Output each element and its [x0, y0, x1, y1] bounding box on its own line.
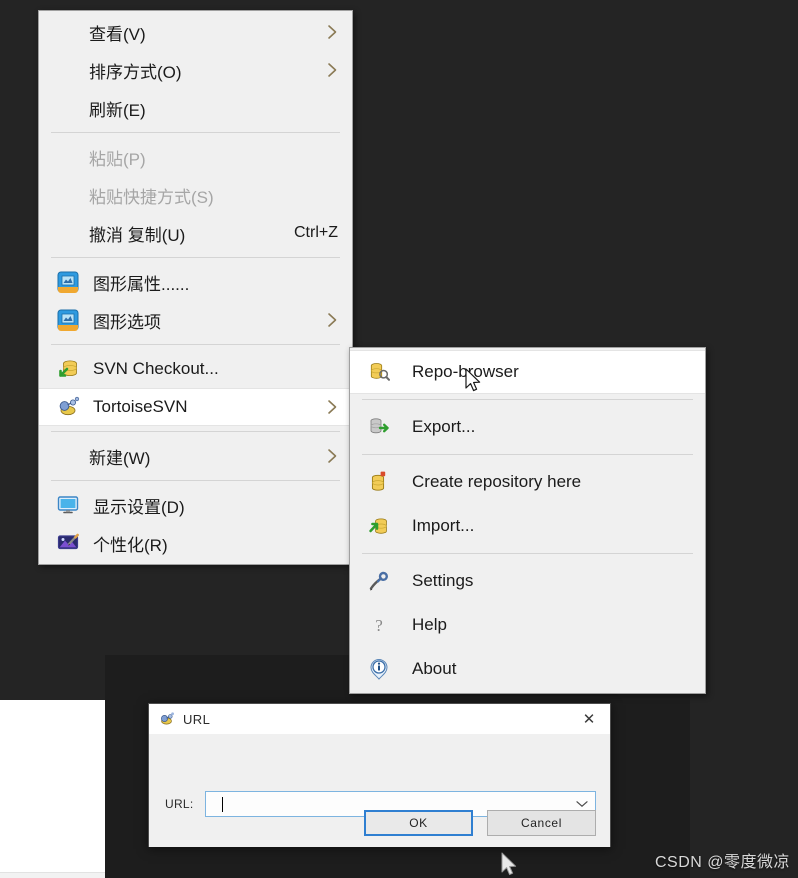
menu-item-label: Create repository here [412, 472, 582, 491]
menu-item-label: Help [412, 615, 447, 634]
cancel-button[interactable]: Cancel [487, 810, 596, 836]
submenu-item-create-repository-here[interactable]: Create repository here [350, 460, 705, 504]
close-icon[interactable]: ✕ [568, 704, 610, 734]
menu-item-label: SVN Checkout... [93, 359, 219, 378]
menu-separator [51, 132, 340, 133]
menu-item-label: 排序方式(O) [89, 62, 182, 82]
tortoisesvn-icon [158, 710, 176, 728]
submenu-item-settings[interactable]: Settings [350, 559, 705, 603]
ok-button[interactable]: OK [364, 810, 473, 836]
graphics-options-icon [51, 307, 85, 333]
chevron-right-icon [326, 448, 338, 464]
url-dialog[interactable]: URL ✕ URL: OK Cancel [148, 703, 611, 847]
create-repository-icon [364, 469, 394, 495]
menu-item-label: 查看(V) [89, 24, 146, 44]
dialog-titlebar: URL ✕ [149, 704, 610, 734]
url-field-label: URL: [165, 797, 194, 811]
menu-item-label: Settings [412, 571, 474, 590]
menu-item-label: TortoiseSVN [93, 397, 188, 416]
menu-separator [51, 480, 340, 481]
menu-item-label: Repo-browser [412, 362, 519, 381]
submenu-item-export[interactable]: Export... [350, 405, 705, 449]
dialog-title: URL [183, 711, 211, 727]
menu-item-label: 刷新(E) [89, 100, 146, 120]
about-icon [364, 656, 394, 682]
menu-separator [51, 431, 340, 432]
dialog-body: URL: OK Cancel [149, 734, 610, 847]
help-icon: ? [364, 612, 394, 638]
desktop-white-panel-strip [0, 872, 105, 878]
display-settings-icon [51, 492, 85, 518]
menu-item-label: Import... [412, 516, 475, 535]
menu-item-tortoisesvn[interactable]: TortoiseSVN [39, 388, 352, 426]
menu-item-个性化-r[interactable]: 个性化(R) [39, 524, 352, 562]
menu-item-显示设置-d[interactable]: 显示设置(D) [39, 486, 352, 524]
menu-item-label: 新建(W) [89, 448, 151, 468]
submenu-item-about[interactable]: About [350, 647, 705, 691]
submenu-item-help[interactable]: ? Help [350, 603, 705, 647]
tortoisesvn-submenu[interactable]: Repo-browser Export... Create repository h… [349, 347, 706, 694]
export-icon [364, 414, 394, 440]
menu-item-label: 撤消 复制(U) [89, 225, 186, 245]
menu-item-粘贴-p: 粘贴(P) [39, 138, 352, 176]
menu-item-label: 个性化(R) [93, 535, 168, 555]
menu-item-查看-v[interactable]: 查看(V) [39, 13, 352, 51]
desktop-screen: 查看(V) 排序方式(O) 刷新(E) 粘贴(P) 粘贴快捷方式(S) 撤消 复制(U) C… [0, 0, 798, 878]
menu-separator [362, 553, 693, 554]
chevron-right-icon [326, 399, 338, 415]
desktop-context-menu[interactable]: 查看(V) 排序方式(O) 刷新(E) 粘贴(P) 粘贴快捷方式(S) 撤消 复制(U) C… [38, 10, 353, 565]
menu-item-label: 粘贴(P) [89, 149, 146, 169]
tortoisesvn-icon [51, 394, 85, 420]
menu-item-label: 显示设置(D) [93, 497, 185, 517]
menu-item-label: Export... [412, 417, 476, 436]
menu-separator [51, 257, 340, 258]
menu-item-新建-w[interactable]: 新建(W) [39, 437, 352, 475]
import-icon [364, 513, 394, 539]
graphics-properties-icon [51, 269, 85, 295]
svg-text:?: ? [375, 616, 383, 635]
watermark: CSDN @零度微凉 [654, 854, 790, 871]
submenu-item-import[interactable]: Import... [350, 504, 705, 548]
menu-item-label: 图形选项 [93, 312, 161, 332]
repo-browser-icon [364, 359, 394, 385]
menu-item-图形属性[interactable]: 图形属性...... [39, 263, 352, 301]
personalize-icon [51, 530, 85, 556]
svn-checkout-icon [51, 356, 85, 382]
menu-item-shortcut: Ctrl+Z [294, 224, 338, 241]
menu-item-粘贴快捷方式-s: 粘贴快捷方式(S) [39, 176, 352, 214]
chevron-right-icon [326, 24, 338, 40]
text-caret [222, 796, 223, 812]
menu-item-svn-checkout[interactable]: SVN Checkout... [39, 350, 352, 388]
menu-separator [362, 454, 693, 455]
submenu-item-repo-browser[interactable]: Repo-browser [350, 350, 705, 394]
desktop-white-panel [0, 700, 105, 872]
menu-item-撤消-复制-u[interactable]: 撤消 复制(U) Ctrl+Z [39, 214, 352, 252]
menu-item-排序方式-o[interactable]: 排序方式(O) [39, 51, 352, 89]
chevron-right-icon [326, 312, 338, 328]
menu-separator [362, 399, 693, 400]
dialog-button-row: OK Cancel [364, 810, 596, 836]
menu-item-label: 粘贴快捷方式(S) [89, 187, 214, 207]
menu-separator [51, 344, 340, 345]
chevron-right-icon [326, 62, 338, 78]
menu-item-图形选项[interactable]: 图形选项 [39, 301, 352, 339]
menu-item-刷新-e[interactable]: 刷新(E) [39, 89, 352, 127]
menu-item-label: About [412, 659, 457, 678]
settings-icon [364, 568, 394, 594]
menu-item-label: 图形属性...... [93, 274, 190, 294]
